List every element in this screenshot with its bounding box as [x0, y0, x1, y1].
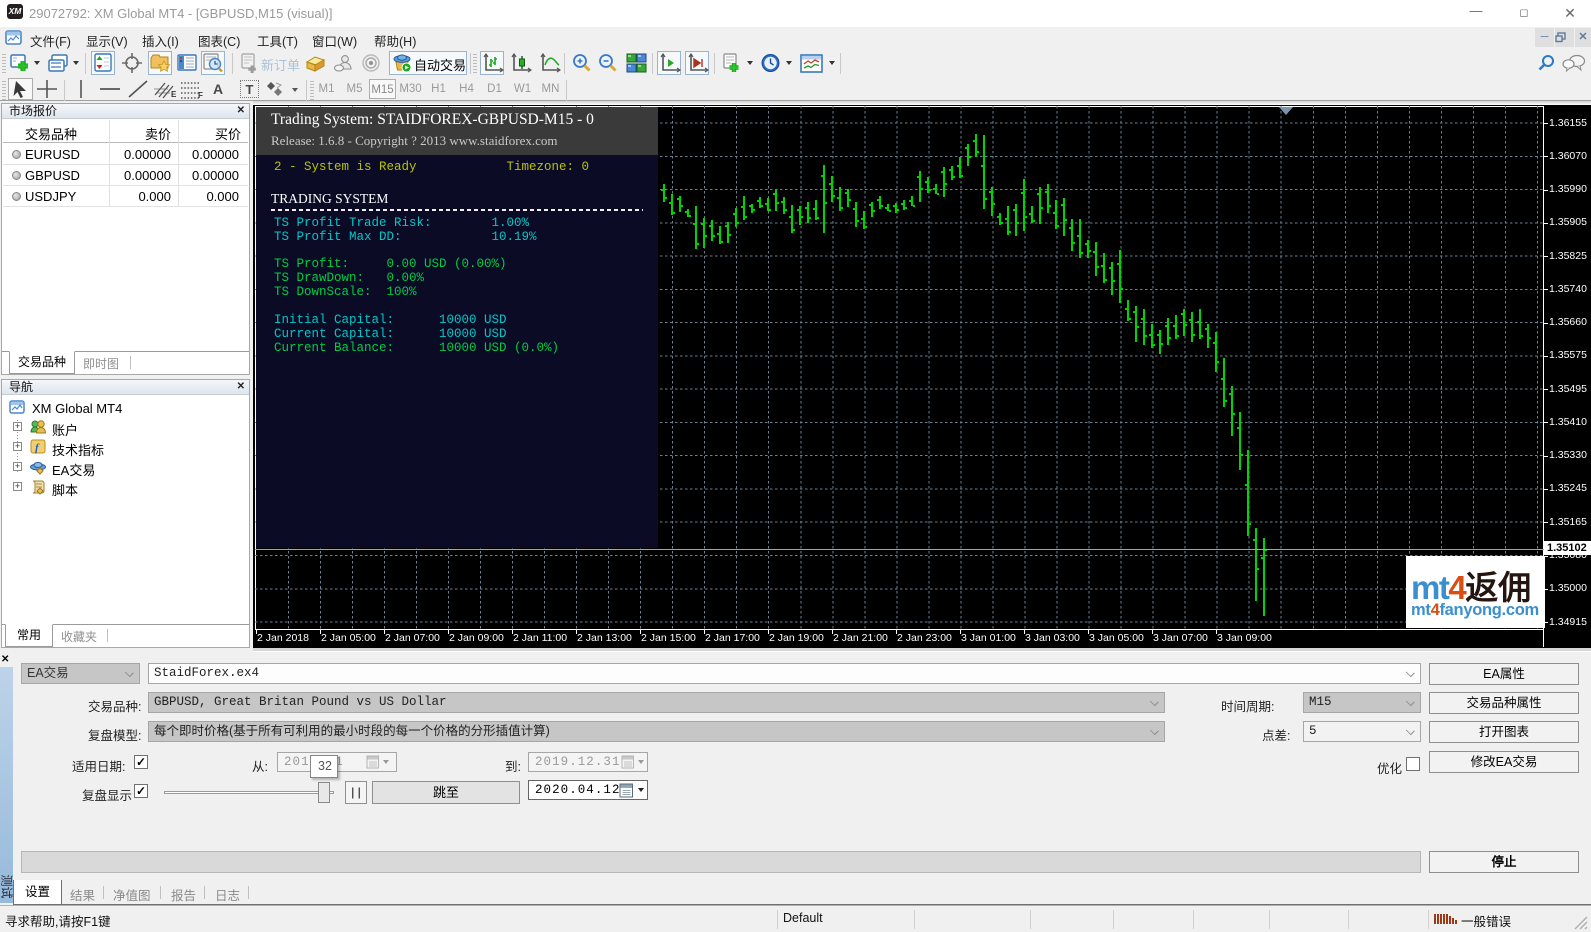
svg-text:F: F — [198, 91, 203, 99]
svg-text:E: E — [171, 90, 177, 99]
